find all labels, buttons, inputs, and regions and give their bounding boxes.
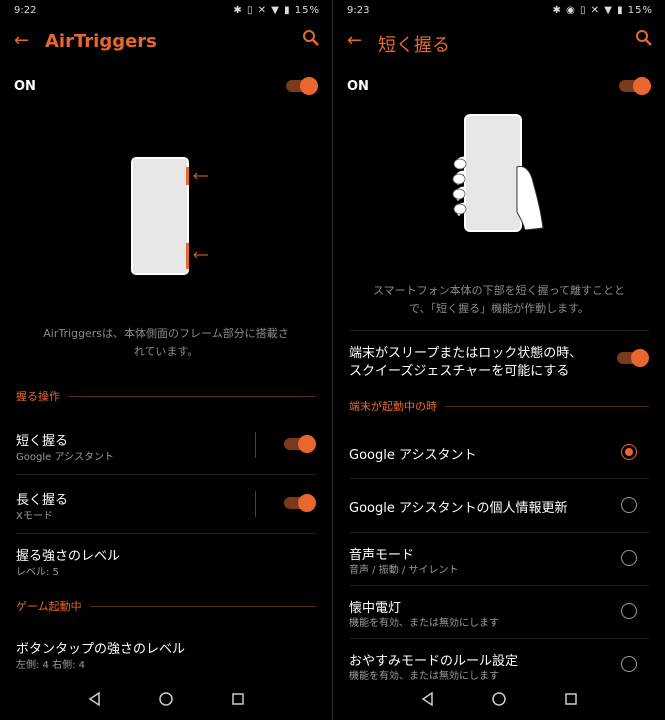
- list-item-squeeze-level[interactable]: 握る強さのレベル レベル: 5: [0, 541, 332, 585]
- search-icon[interactable]: [635, 29, 653, 47]
- app-bar: ← AirTriggers: [0, 28, 332, 58]
- master-switch-row[interactable]: ON: [0, 74, 332, 102]
- on-label: ON: [347, 79, 369, 94]
- master-toggle[interactable]: [286, 77, 318, 95]
- sleep-line-2: スクイーズジェスチャーを可能にする: [349, 364, 570, 379]
- short-squeeze-screen: 9:23 ✱ ◉ ▯ ✕ ▼ ▮ 15% ← 短く握る ON スマートフォン本体…: [333, 0, 665, 720]
- status-bar: 9:23 ✱ ◉ ▯ ✕ ▼ ▮ 15%: [333, 0, 665, 22]
- radio-icon[interactable]: [621, 603, 637, 619]
- option-assistant-personal-info[interactable]: Google アシスタントの個人情報更新: [333, 492, 665, 532]
- option-title: Google アシスタント: [349, 448, 477, 463]
- sleep-line-1: 端末がスリープまたはロック状態の時、: [349, 346, 583, 361]
- list-item-long-squeeze[interactable]: 長く握る Xモード: [0, 485, 332, 535]
- master-toggle[interactable]: [619, 77, 651, 95]
- app-bar: ← 短く握る: [333, 28, 665, 58]
- short-squeeze-toggle[interactable]: [284, 435, 316, 453]
- sleep-gesture-row[interactable]: 端末がスリープまたはロック状態の時、 スクイーズジェスチャーを可能にする: [333, 340, 665, 380]
- nav-back-icon[interactable]: [419, 690, 437, 708]
- radio-selected-icon[interactable]: [621, 444, 637, 460]
- status-bar: 9:22 ✱ ▯ ✕ ▼ ▮ 15%: [0, 0, 332, 22]
- item-subtitle: Xモード: [16, 511, 53, 522]
- item-title: 握る強さのレベル: [16, 549, 121, 564]
- option-title: Google アシスタントの個人情報更新: [349, 501, 568, 516]
- section-title: 端末が起動中の時: [349, 398, 445, 414]
- sleep-gesture-toggle[interactable]: [617, 349, 649, 367]
- status-time: 9:23: [347, 5, 370, 16]
- section-device-awake: 端末が起動中の時: [349, 398, 649, 414]
- phone-side-illustration: [131, 157, 208, 275]
- radio-icon[interactable]: [621, 550, 637, 566]
- item-subtitle: Google アシスタント: [16, 452, 115, 463]
- back-arrow-icon[interactable]: ←: [347, 30, 362, 51]
- section-title: 握る操作: [16, 388, 68, 404]
- item-subtitle: レベル: 5: [16, 567, 59, 578]
- short-squeeze-caption: スマートフォン本体の下部を短く握って離すことと で、「短く握る」機能が作動します…: [372, 284, 626, 315]
- status-time: 9:22: [14, 5, 37, 16]
- section-grip-ops: 握る操作: [16, 388, 316, 404]
- item-title: 長く握る: [16, 493, 69, 508]
- nav-back-icon[interactable]: [86, 690, 104, 708]
- search-icon[interactable]: [302, 29, 320, 47]
- list-item-short-squeeze[interactable]: 短く握る Google アシスタント: [0, 426, 332, 476]
- item-subtitle: 左側: 4 右側: 4: [16, 660, 85, 671]
- nav-bar: [333, 680, 665, 720]
- master-switch-row[interactable]: ON: [333, 74, 665, 102]
- nav-recents-icon[interactable]: [562, 690, 580, 708]
- long-squeeze-toggle[interactable]: [284, 494, 316, 512]
- nav-home-icon[interactable]: [490, 690, 508, 708]
- item-title: ボタンタップの強さのレベル: [16, 642, 186, 657]
- option-sound-mode[interactable]: 音声モード 音声 / 振動 / サイレント: [333, 541, 665, 585]
- airtriggers-screen: 9:22 ✱ ▯ ✕ ▼ ▮ 15% ← AirTriggers ON AirT…: [0, 0, 332, 720]
- option-google-assistant[interactable]: Google アシスタント: [333, 438, 665, 478]
- option-subtitle: 機能を有効、または無効にします: [349, 618, 499, 629]
- item-title: 短く握る: [16, 434, 69, 449]
- back-arrow-icon[interactable]: ←: [14, 30, 29, 51]
- section-title: ゲーム起動中: [16, 598, 90, 614]
- list-item-tap-strength[interactable]: ボタンタップの強さのレベル 左側: 4 右側: 4: [0, 634, 332, 678]
- page-title: AirTriggers: [45, 31, 157, 52]
- status-icons: ✱ ◉ ▯ ✕ ▼ ▮ 15%: [552, 5, 653, 16]
- nav-recents-icon[interactable]: [229, 690, 247, 708]
- nav-bar: [0, 680, 332, 720]
- on-label: ON: [14, 79, 36, 94]
- radio-icon[interactable]: [621, 656, 637, 672]
- option-subtitle: 音声 / 振動 / サイレント: [349, 565, 459, 576]
- hand-squeeze-illustration: [452, 114, 544, 232]
- status-icons: ✱ ▯ ✕ ▼ ▮ 15%: [233, 5, 320, 16]
- option-flashlight[interactable]: 懐中電灯 機能を有効、または無効にします: [333, 594, 665, 638]
- airtriggers-caption: AirTriggersは、本体側面のフレーム部分に搭載さ れています。: [43, 327, 289, 358]
- radio-icon[interactable]: [621, 497, 637, 513]
- section-gaming: ゲーム起動中: [16, 598, 316, 614]
- nav-home-icon[interactable]: [157, 690, 175, 708]
- page-title: 短く握る: [378, 35, 450, 56]
